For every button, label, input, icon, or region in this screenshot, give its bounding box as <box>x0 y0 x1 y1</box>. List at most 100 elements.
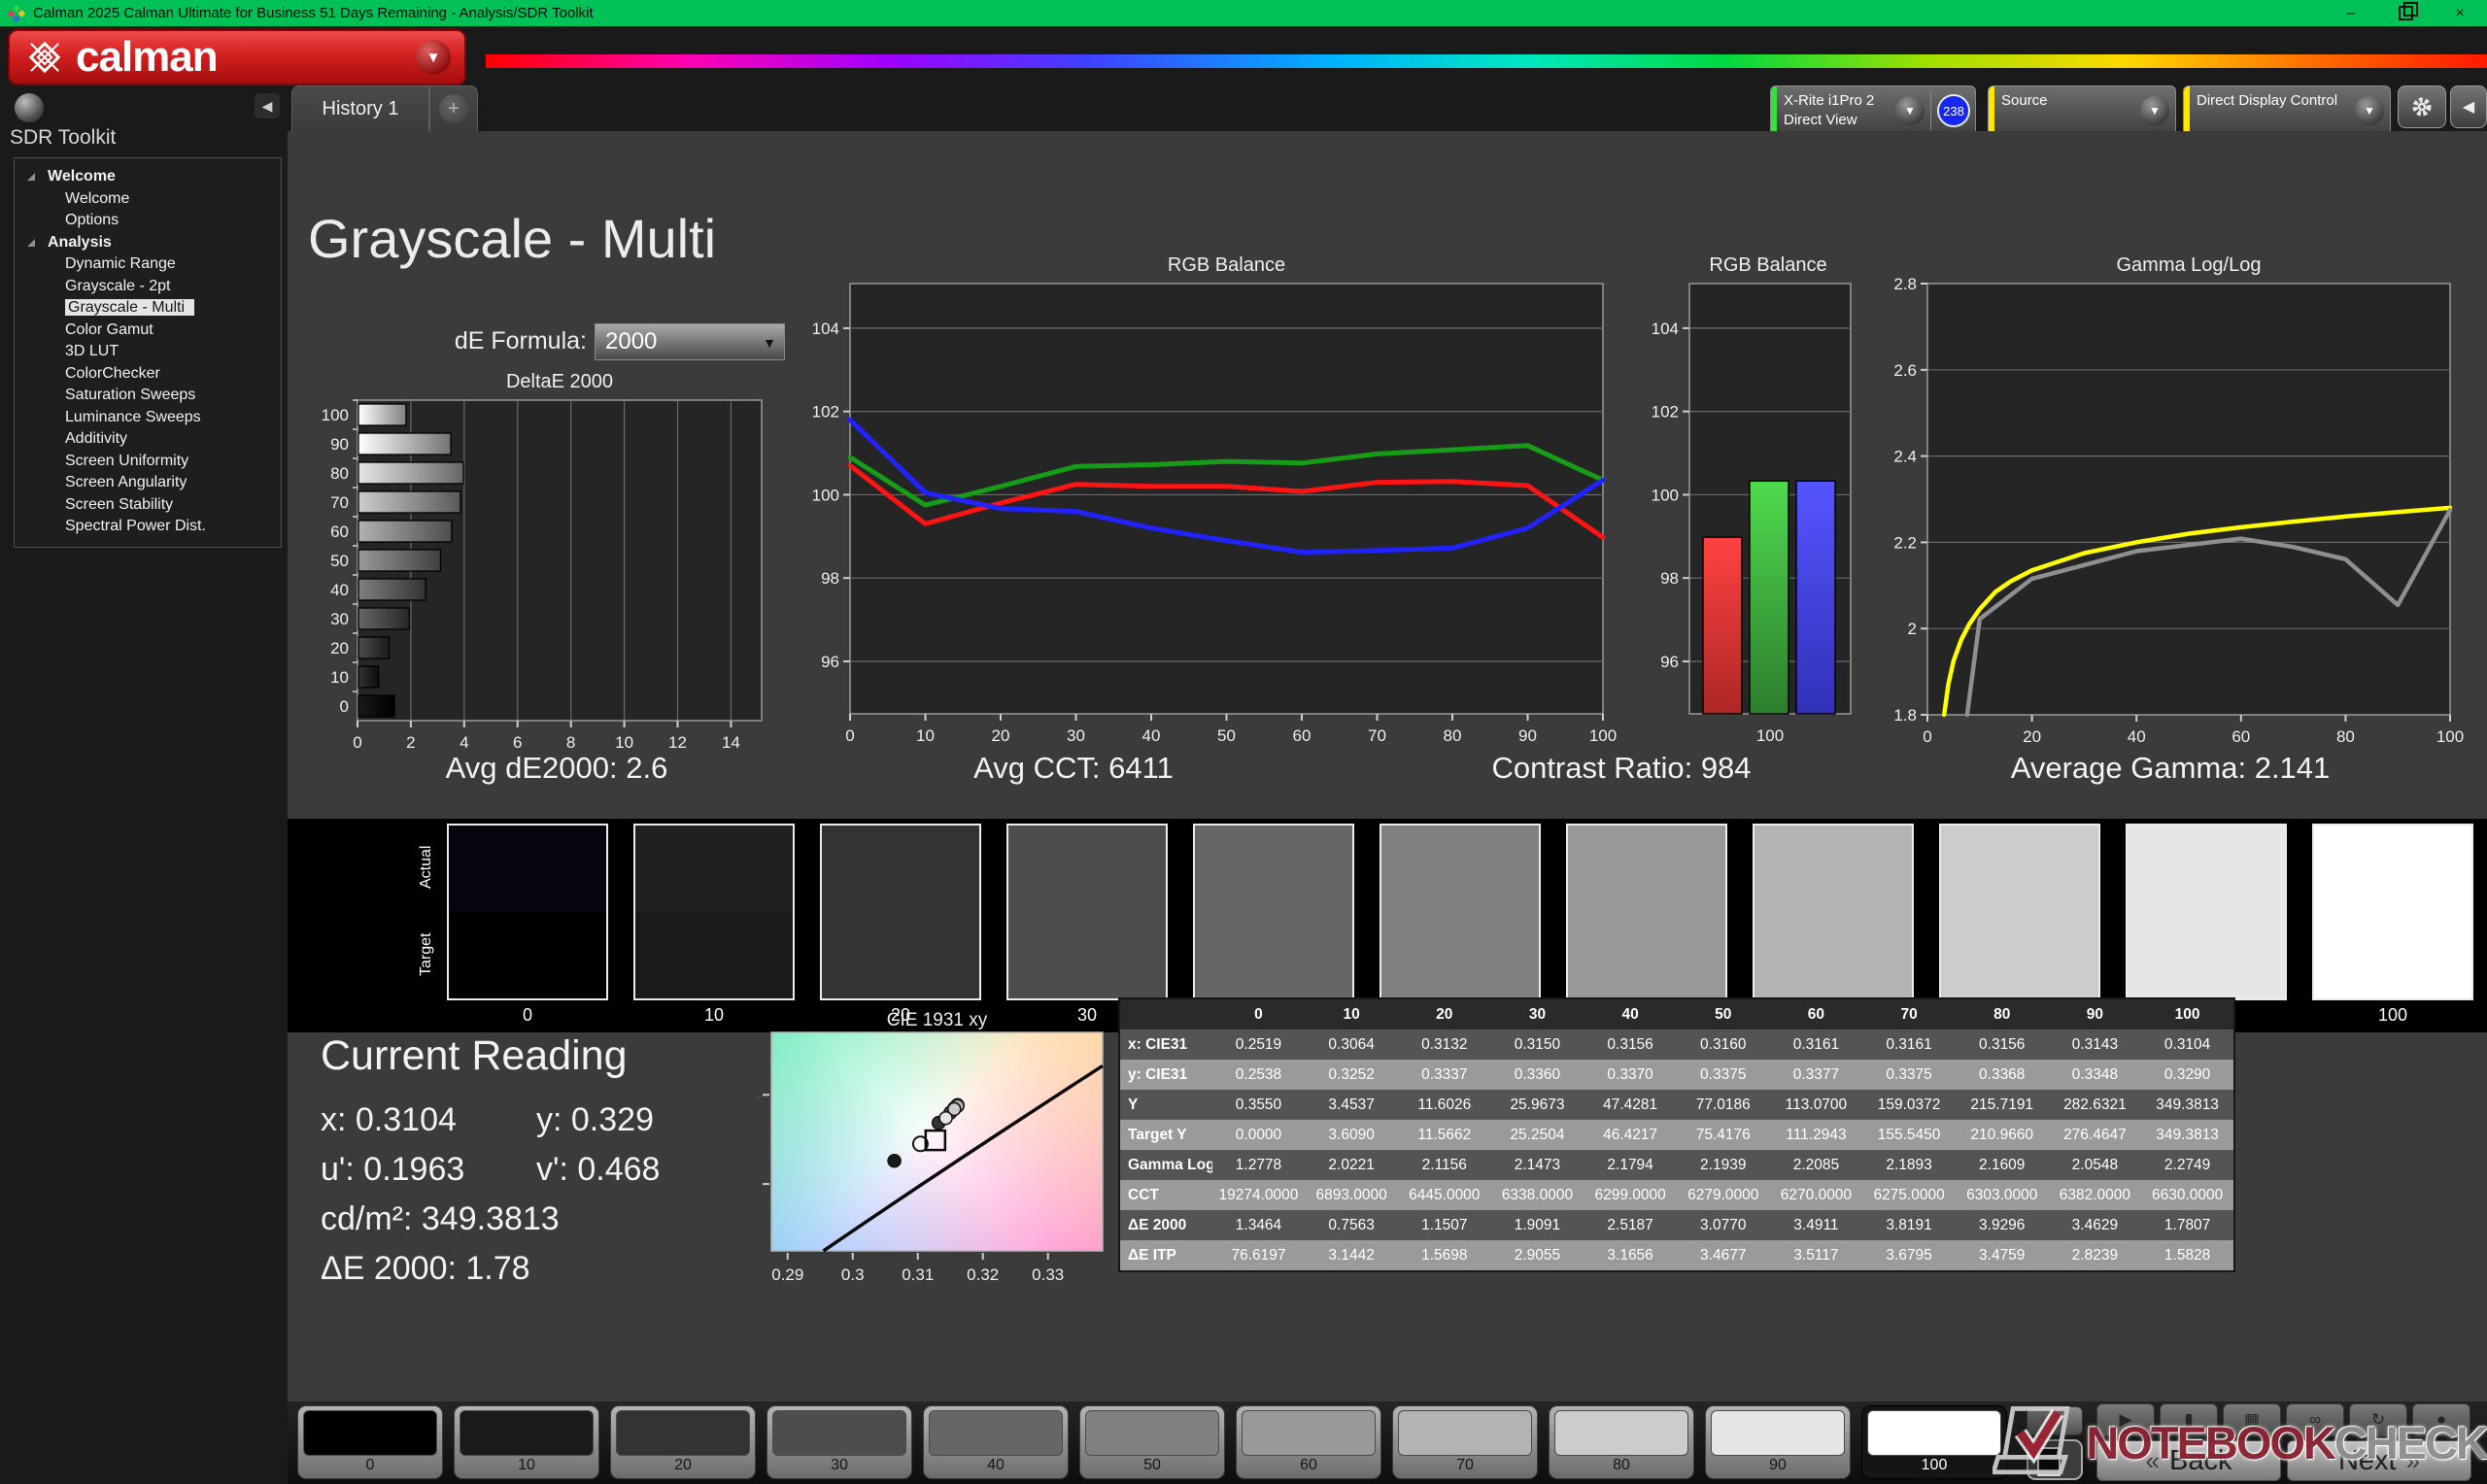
pattern-tile-50[interactable]: 50 <box>1079 1405 1225 1479</box>
table-cell: 0.3156 <box>1584 1029 1677 1060</box>
table-cell: 2.1939 <box>1676 1150 1770 1180</box>
pattern-tile-30[interactable]: 30 <box>767 1405 912 1479</box>
table-cell: 0.3370 <box>1584 1060 1677 1090</box>
next-button[interactable]: Next » <box>2287 1440 2471 1481</box>
sidebar-item-dynamic-range[interactable]: Dynamic Range <box>15 253 281 276</box>
pattern-control-button-6[interactable]: ● <box>2412 1403 2470 1436</box>
pattern-bar-up-button[interactable]: ▲ <box>2027 1406 2083 1435</box>
grayscale-swatch-20 <box>820 824 981 1000</box>
pattern-tile-10[interactable]: 10 <box>454 1405 599 1479</box>
meter-dropdown[interactable]: X-Rite i1Pro 2 Direct View ▼ 238 <box>1770 85 1976 136</box>
tab-history-1[interactable]: History 1 <box>291 85 429 131</box>
calman-menu-button[interactable]: calman ▼ <box>8 29 466 85</box>
table-cell: 0.3375 <box>1862 1060 1956 1090</box>
pattern-tile-70[interactable]: 70 <box>1392 1405 1538 1479</box>
table-cell: 0.3143 <box>2048 1029 2142 1060</box>
minimize-button[interactable]: – <box>2324 0 2378 26</box>
sidebar-item-saturation-sweeps[interactable]: Saturation Sweeps <box>15 385 281 407</box>
sidebar-collapse-button[interactable]: ◀ <box>255 93 280 118</box>
table-cell: 2.2749 <box>2141 1150 2234 1180</box>
table-cell: 0.3550 <box>1211 1090 1306 1120</box>
sidebar-item-label: Analysis <box>48 233 112 251</box>
sidebar-item-spectral-power-dist-[interactable]: Spectral Power Dist. <box>15 516 281 538</box>
svg-text:70: 70 <box>330 493 349 512</box>
source-dropdown[interactable]: Source ▼ <box>1988 85 2176 136</box>
source-dropdown-arrow[interactable]: ▼ <box>2140 96 2169 125</box>
pattern-control-button-2[interactable]: ▮ <box>2160 1403 2218 1436</box>
tree-expander-icon[interactable] <box>27 238 35 247</box>
sidebar-item-screen-uniformity[interactable]: Screen Uniformity <box>15 451 281 473</box>
svg-text:0: 0 <box>353 733 361 752</box>
svg-text:100: 100 <box>1652 486 1679 504</box>
calman-menu-dropdown[interactable]: ▼ <box>416 40 451 75</box>
cie-chart-plot: 0.32 0.34 0.29 0.3 0.31 0.32 0.33 <box>758 1031 1104 1284</box>
sidebar-item-luminance-sweeps[interactable]: Luminance Sweeps <box>15 407 281 429</box>
table-column-header: 40 <box>1584 998 1677 1029</box>
pattern-tile-swatch <box>303 1410 437 1456</box>
sidebar-orb-button[interactable] <box>15 93 44 122</box>
sidebar-item-3d-lut[interactable]: 3D LUT <box>15 341 281 363</box>
grayscale-swatch-60 <box>1566 824 1727 1000</box>
table-cell: 11.5662 <box>1397 1120 1491 1150</box>
settings-button[interactable] <box>2398 85 2446 128</box>
sidebar-item-grayscale-multi[interactable]: Grayscale - Multi <box>15 297 281 320</box>
pattern-control-button-3[interactable]: ▦ <box>2223 1403 2281 1436</box>
svg-text:96: 96 <box>821 653 839 671</box>
restore-button[interactable] <box>2378 0 2433 26</box>
pattern-tile-40[interactable]: 40 <box>923 1405 1069 1479</box>
svg-text:10: 10 <box>916 726 935 745</box>
sidebar-item-colorchecker[interactable]: ColorChecker <box>15 363 281 386</box>
svg-text:40: 40 <box>1142 726 1161 745</box>
pattern-tile-20[interactable]: 20 <box>610 1405 756 1479</box>
pattern-window-toggle[interactable] <box>2027 1439 2083 1480</box>
sidebar-item-additivity[interactable]: Additivity <box>15 428 281 451</box>
de-formula-select[interactable]: 2000 ▼ <box>595 323 785 360</box>
close-button[interactable]: × <box>2433 0 2487 26</box>
pattern-control-button-1[interactable]: ▶ <box>2096 1403 2155 1436</box>
sidebar-item-welcome[interactable]: Welcome <box>15 188 281 211</box>
display-control-dropdown[interactable]: Direct Display Control ▼ <box>2183 85 2391 136</box>
sidebar-item-welcome[interactable]: Welcome <box>15 166 281 188</box>
pattern-tile-100[interactable]: 100 <box>1861 1405 2007 1479</box>
table-cell: 0.3132 <box>1397 1029 1491 1060</box>
actual-swatch <box>1755 826 1912 912</box>
stat-avg-cct: Avg CCT: 6411 <box>973 751 1174 785</box>
meter-dropdown-arrow[interactable]: ▼ <box>1895 96 1925 125</box>
pattern-tile-60[interactable]: 60 <box>1236 1405 1381 1479</box>
pattern-tile-80[interactable]: 80 <box>1549 1405 1694 1479</box>
grayscale-swatch-0 <box>447 824 608 1000</box>
sidebar-item-options[interactable]: Options <box>15 210 281 232</box>
meter-count-badge[interactable]: 238 <box>1937 94 1970 127</box>
table-cell: 1.7807 <box>2141 1210 2234 1240</box>
sidebar-item-analysis[interactable]: Analysis <box>15 232 281 254</box>
sidebar-item-grayscale-2pt[interactable]: Grayscale - 2pt <box>15 276 281 298</box>
svg-text:80: 80 <box>330 464 349 483</box>
swatch-level-label: 100 <box>2377 1005 2408 1025</box>
sidebar-item-screen-angularity[interactable]: Screen Angularity <box>15 472 281 494</box>
sidebar-item-color-gamut[interactable]: Color Gamut <box>15 320 281 342</box>
table-cell: 6275.0000 <box>1862 1180 1956 1210</box>
table-cell: 47.4281 <box>1584 1090 1677 1120</box>
sidebar-item-screen-stability[interactable]: Screen Stability <box>15 494 281 517</box>
gamma-chart-title: Gamma Log/Log <box>2116 254 2262 276</box>
pattern-window-icon <box>2037 1447 2061 1476</box>
pattern-tile-0[interactable]: 0 <box>297 1405 443 1479</box>
table-cell: 25.2504 <box>1490 1120 1584 1150</box>
add-tab-button[interactable]: + <box>429 85 478 131</box>
rgb-bar-chart-plot: 96 98 100 102 104 100 <box>1652 283 1852 745</box>
table-cell: 0.2538 <box>1211 1060 1306 1090</box>
svg-text:98: 98 <box>1660 569 1679 588</box>
main-panel: Grayscale - Multi dE Formula: 2000 ▼ Del… <box>288 131 2487 1401</box>
chevron-down-icon: ▼ <box>1904 104 1916 118</box>
back-button[interactable]: « Back <box>2096 1440 2281 1481</box>
tree-expander-icon[interactable] <box>27 173 35 181</box>
display-control-dropdown-arrow[interactable]: ▼ <box>2355 96 2384 125</box>
pattern-control-button-4[interactable]: ∞ <box>2286 1403 2344 1436</box>
svg-text:100: 100 <box>2436 727 2464 746</box>
panel-collapse-button[interactable]: ◀ <box>2450 85 2487 128</box>
pattern-control-button-5[interactable]: ↻ <box>2349 1403 2407 1436</box>
pattern-tile-90[interactable]: 90 <box>1705 1405 1851 1479</box>
table-cell: 111.2943 <box>1769 1120 1863 1150</box>
svg-text:20: 20 <box>330 639 349 658</box>
sidebar-item-label: 3D LUT <box>65 343 119 359</box>
